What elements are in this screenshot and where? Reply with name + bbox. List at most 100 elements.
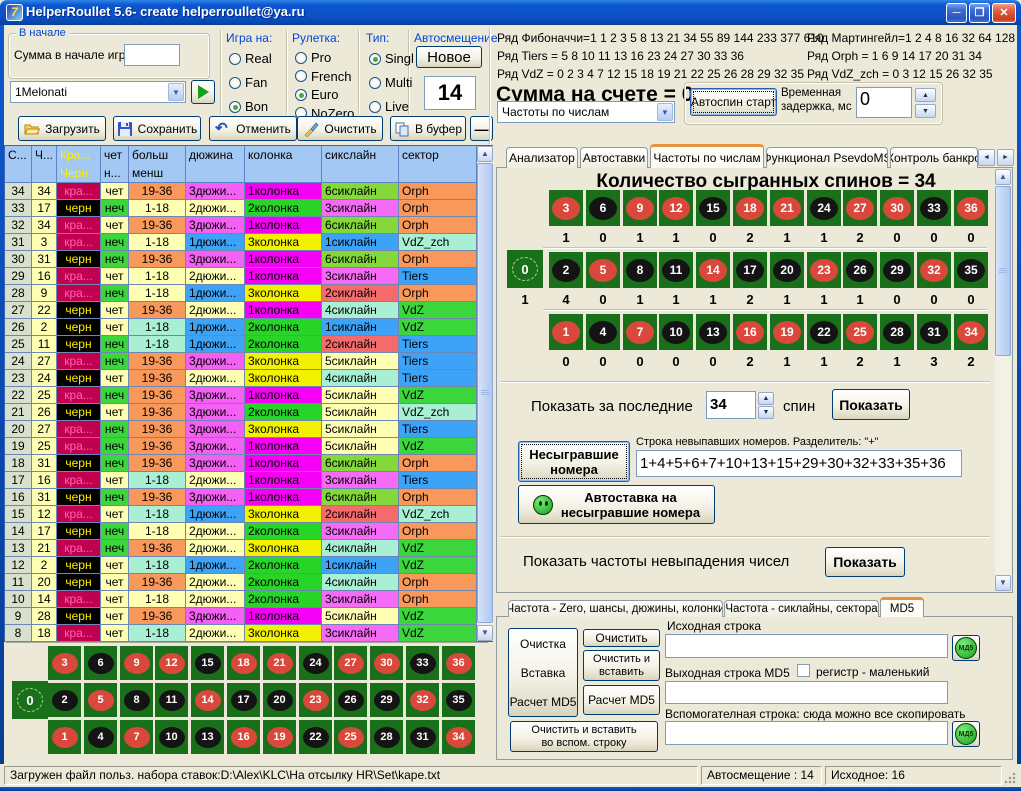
board-cell-33[interactable]: 33 (406, 646, 439, 680)
table-cell[interactable]: 6сиклайн (322, 183, 399, 200)
table-cell[interactable]: 25 (5, 336, 32, 353)
table-cell[interactable]: 3сиклайн (322, 472, 399, 489)
board-cell-23[interactable]: 23 (299, 683, 332, 717)
scroll-up-arrow[interactable]: ▲ (477, 146, 493, 162)
md5-output-input[interactable] (665, 681, 948, 704)
close-button[interactable]: ✕ (992, 3, 1016, 23)
tab-4[interactable]: Функционал PsevdoMS (766, 147, 888, 168)
table-cell[interactable]: 2дюжи... (186, 574, 245, 591)
table-cell[interactable]: 2дюжи... (186, 523, 245, 540)
unplayed-string-input[interactable] (636, 450, 962, 477)
table-cell[interactable]: 16 (32, 268, 57, 285)
table-cell[interactable]: 4сиклайн (322, 302, 399, 319)
table-cell[interactable]: 5сиклайн (322, 404, 399, 421)
radio-option-bon[interactable]: Bon (229, 99, 268, 114)
table-cell[interactable]: черн (57, 489, 101, 506)
table-cell[interactable]: 19-36 (129, 489, 186, 506)
tab-5[interactable]: Контроль банкро (890, 147, 978, 168)
table-cell[interactable]: Tiers (399, 421, 477, 438)
table-cell[interactable]: 30 (5, 251, 32, 268)
table-cell[interactable]: 19-36 (129, 251, 186, 268)
bottom-tab-1[interactable]: Частота - Zero, шансы, дюжины, колонки (508, 600, 723, 617)
table-cell[interactable]: 11 (32, 336, 57, 353)
table-cell[interactable]: 8 (5, 625, 32, 642)
table-cell[interactable]: 2колонка (245, 404, 322, 421)
table-cell[interactable]: неч (101, 438, 129, 455)
show-last-spin-up[interactable]: ▲ (758, 392, 774, 405)
table-cell[interactable]: 1-18 (129, 336, 186, 353)
table-cell[interactable]: 2колонка (245, 574, 322, 591)
table-cell[interactable]: VdZ (399, 438, 477, 455)
table-cell[interactable]: VdZ (399, 387, 477, 404)
radio-option-live[interactable]: Live (369, 99, 409, 114)
table-cell[interactable]: 34 (32, 183, 57, 200)
table-cell[interactable]: Orph (399, 217, 477, 234)
table-cell[interactable]: 2колонка (245, 557, 322, 574)
table-cell[interactable]: неч (101, 336, 129, 353)
table-cell[interactable]: Orph (399, 574, 477, 591)
table-cell[interactable]: 27 (32, 353, 57, 370)
table-cell[interactable]: неч (101, 234, 129, 251)
table-scrollbar[interactable]: ▲▼ (477, 146, 493, 641)
radio-option-real[interactable]: Real (229, 51, 272, 66)
table-cell[interactable]: 1-18 (129, 234, 186, 251)
table-cell[interactable]: 3колонка (245, 234, 322, 251)
table-cell[interactable]: черн (57, 455, 101, 472)
table-cell[interactable]: неч (101, 387, 129, 404)
table-cell[interactable]: 6сиклайн (322, 455, 399, 472)
chevron-down-icon[interactable]: ▼ (657, 103, 673, 121)
table-cell[interactable]: 3колонка (245, 625, 322, 642)
table-cell[interactable]: 2 (32, 319, 57, 336)
table-cell[interactable]: чет (101, 472, 129, 489)
maximize-button[interactable]: ❒ (969, 3, 990, 23)
table-cell[interactable]: 3дюжи... (186, 489, 245, 506)
table-cell[interactable]: 19-36 (129, 540, 186, 557)
table-cell[interactable]: чет (101, 268, 129, 285)
table-cell[interactable]: 4сиклайн (322, 540, 399, 557)
table-cell[interactable]: 2колонка (245, 336, 322, 353)
table-cell[interactable]: 2дюжи... (186, 540, 245, 557)
lowercase-checkbox[interactable] (797, 664, 810, 677)
table-cell[interactable]: 1-18 (129, 591, 186, 608)
table-cell[interactable]: 2колонка (245, 523, 322, 540)
table-cell[interactable]: 1-18 (129, 625, 186, 642)
table-cell[interactable]: черн (57, 404, 101, 421)
table-cell[interactable]: 15 (5, 506, 32, 523)
board-cell-16[interactable]: 16 (227, 720, 260, 754)
board-cell-9[interactable]: 9 (120, 646, 153, 680)
board-cell-0[interactable]: 0 (12, 681, 48, 719)
table-cell[interactable]: кра... (57, 506, 101, 523)
table-cell[interactable]: 31 (32, 251, 57, 268)
table-cell[interactable]: 19-36 (129, 421, 186, 438)
copy-to-clipboard-button[interactable]: В буфер (390, 116, 466, 141)
table-cell[interactable]: чет (101, 574, 129, 591)
table-cell[interactable]: Orph (399, 489, 477, 506)
board-cell-13[interactable]: 13 (191, 720, 224, 754)
table-cell[interactable]: 19-36 (129, 183, 186, 200)
table-cell[interactable]: VdZ (399, 625, 477, 642)
table-cell[interactable]: 3дюжи... (186, 217, 245, 234)
table-cell[interactable]: 5сиклайн (322, 438, 399, 455)
table-cell[interactable]: 1дюжи... (186, 319, 245, 336)
table-cell[interactable]: 2 (32, 557, 57, 574)
table-cell[interactable]: чет (101, 404, 129, 421)
resize-grip[interactable] (1004, 772, 1016, 784)
table-cell[interactable]: 2сиклайн (322, 506, 399, 523)
table-cell[interactable]: 1дюжи... (186, 336, 245, 353)
board-cell-7[interactable]: 7 (120, 720, 153, 754)
table-cell[interactable]: 28 (5, 285, 32, 302)
table-cell[interactable]: Orph (399, 523, 477, 540)
show-last-spin-down[interactable]: ▼ (758, 406, 774, 419)
md5-clear-button[interactable]: Очистить (583, 629, 660, 647)
table-cell[interactable]: 10 (5, 591, 32, 608)
table-cell[interactable]: кра... (57, 472, 101, 489)
board-cell-12[interactable]: 12 (155, 646, 188, 680)
table-cell[interactable]: неч (101, 421, 129, 438)
table-cell[interactable]: неч (101, 251, 129, 268)
table-cell[interactable]: VdZ (399, 608, 477, 625)
table-cell[interactable]: черн (57, 523, 101, 540)
table-cell[interactable]: неч (101, 540, 129, 557)
bottom-tab-3[interactable]: MD5 (880, 597, 924, 617)
clear-button[interactable]: Очистить (297, 116, 383, 141)
autoshift-new-button[interactable]: Новое (416, 46, 482, 68)
